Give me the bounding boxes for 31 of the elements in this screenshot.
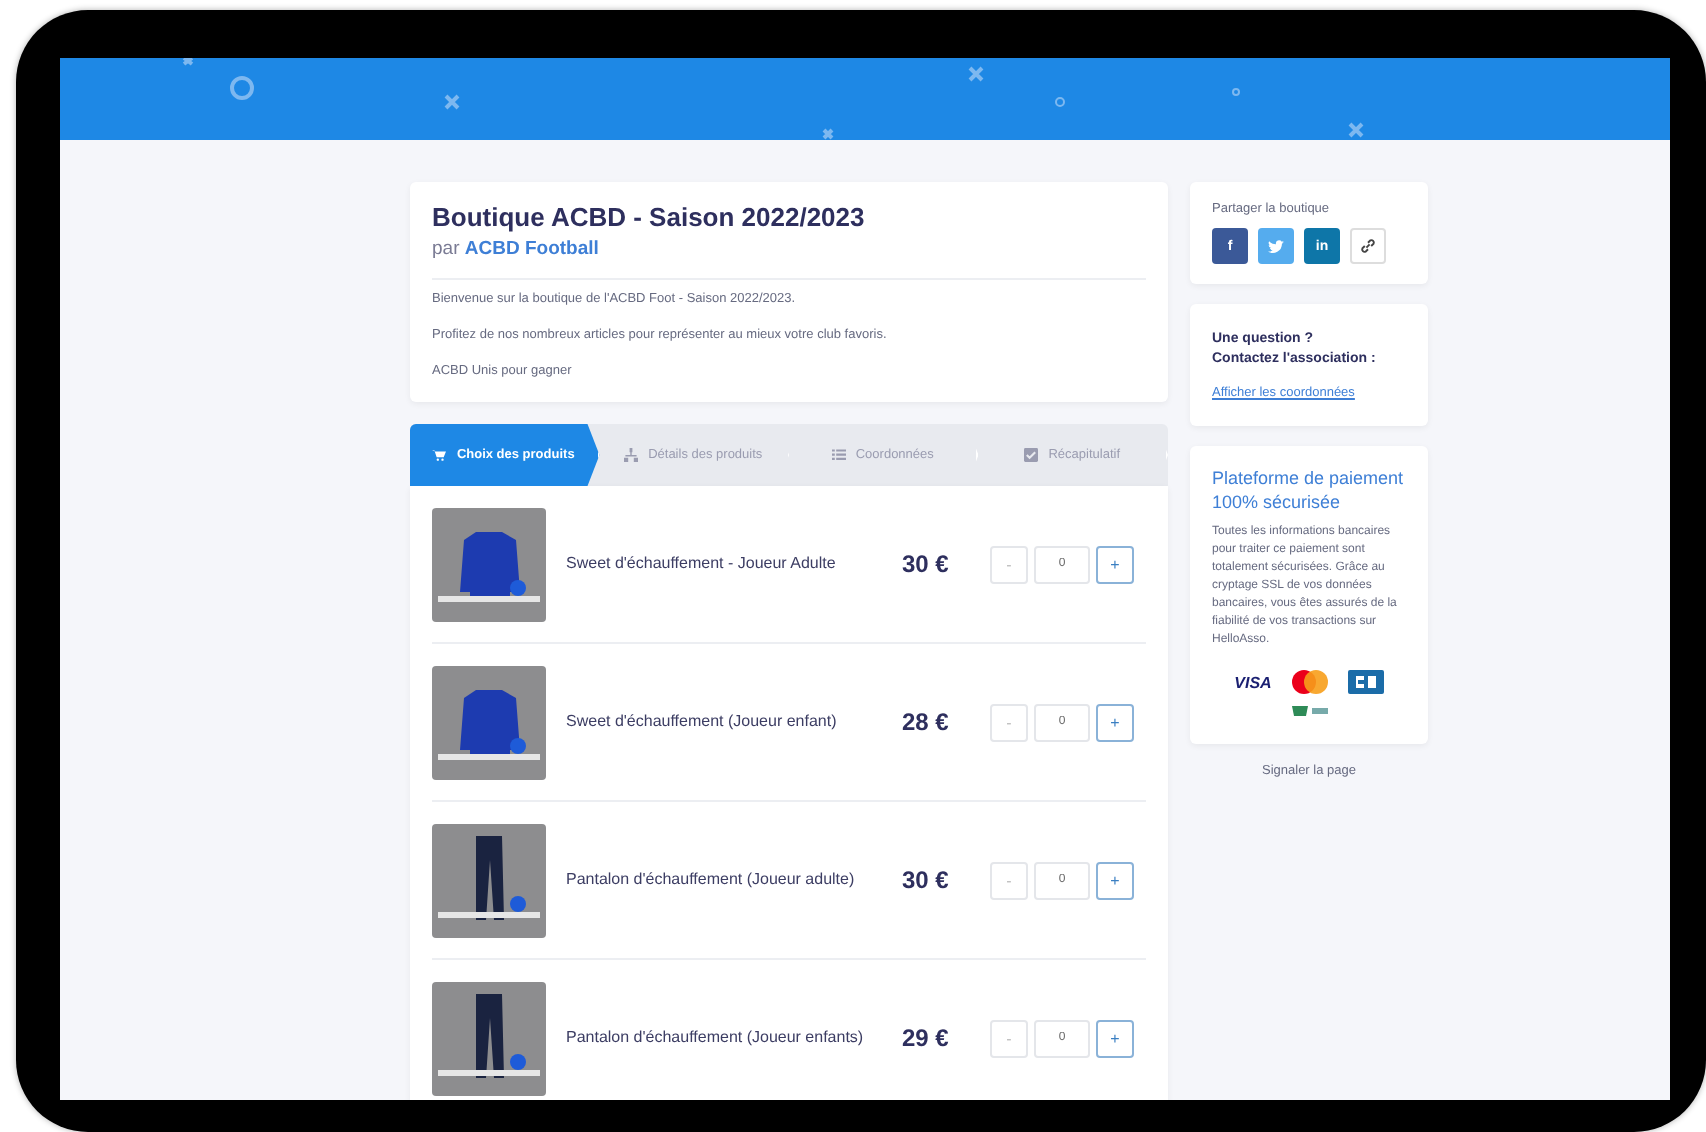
increase-button[interactable]: + [1096, 1019, 1134, 1057]
increase-button[interactable]: + [1096, 545, 1134, 583]
product-photo [432, 981, 546, 1095]
product-name: Sweet d'échauffement - Joueur Adulte [566, 552, 838, 576]
cart-icon [432, 448, 447, 462]
by-label: par [432, 238, 460, 260]
mastercard-logo [1291, 670, 1328, 694]
product-name: Pantalon d'échauffement (Joueur adulte) [566, 868, 857, 892]
organizer-link[interactable]: ACBD Football [464, 238, 599, 260]
product-price: 30 € [902, 866, 951, 894]
sitemap-icon [624, 448, 639, 462]
increase-button[interactable]: + [1096, 861, 1134, 899]
product-price: 29 € [902, 1024, 951, 1052]
copy-link-button[interactable] [1350, 228, 1386, 264]
visa-logo: VISA [1234, 673, 1272, 691]
product-price: 30 € [902, 550, 951, 578]
cb-card-logo [1347, 670, 1384, 694]
security-title: Plateforme de paiement 100% sécurisée [1212, 466, 1406, 514]
bird-icon [1268, 239, 1284, 253]
product-photo [432, 665, 546, 779]
secure-badge-icon [1291, 704, 1327, 718]
product-name: Sweet d'échauffement (Joueur enfant) [566, 710, 839, 734]
product-price: 28 € [902, 708, 951, 736]
product-photo [432, 507, 546, 621]
increase-button[interactable]: + [1096, 703, 1134, 741]
list-icon [831, 448, 846, 462]
shop-title: Boutique ACBD - Saison 2022/2023 [432, 202, 867, 232]
checkbox-icon [1024, 448, 1039, 462]
product-name: Pantalon d'échauffement (Joueur enfants) [566, 1026, 866, 1050]
product-photo [432, 823, 546, 937]
link-icon [1360, 238, 1376, 254]
